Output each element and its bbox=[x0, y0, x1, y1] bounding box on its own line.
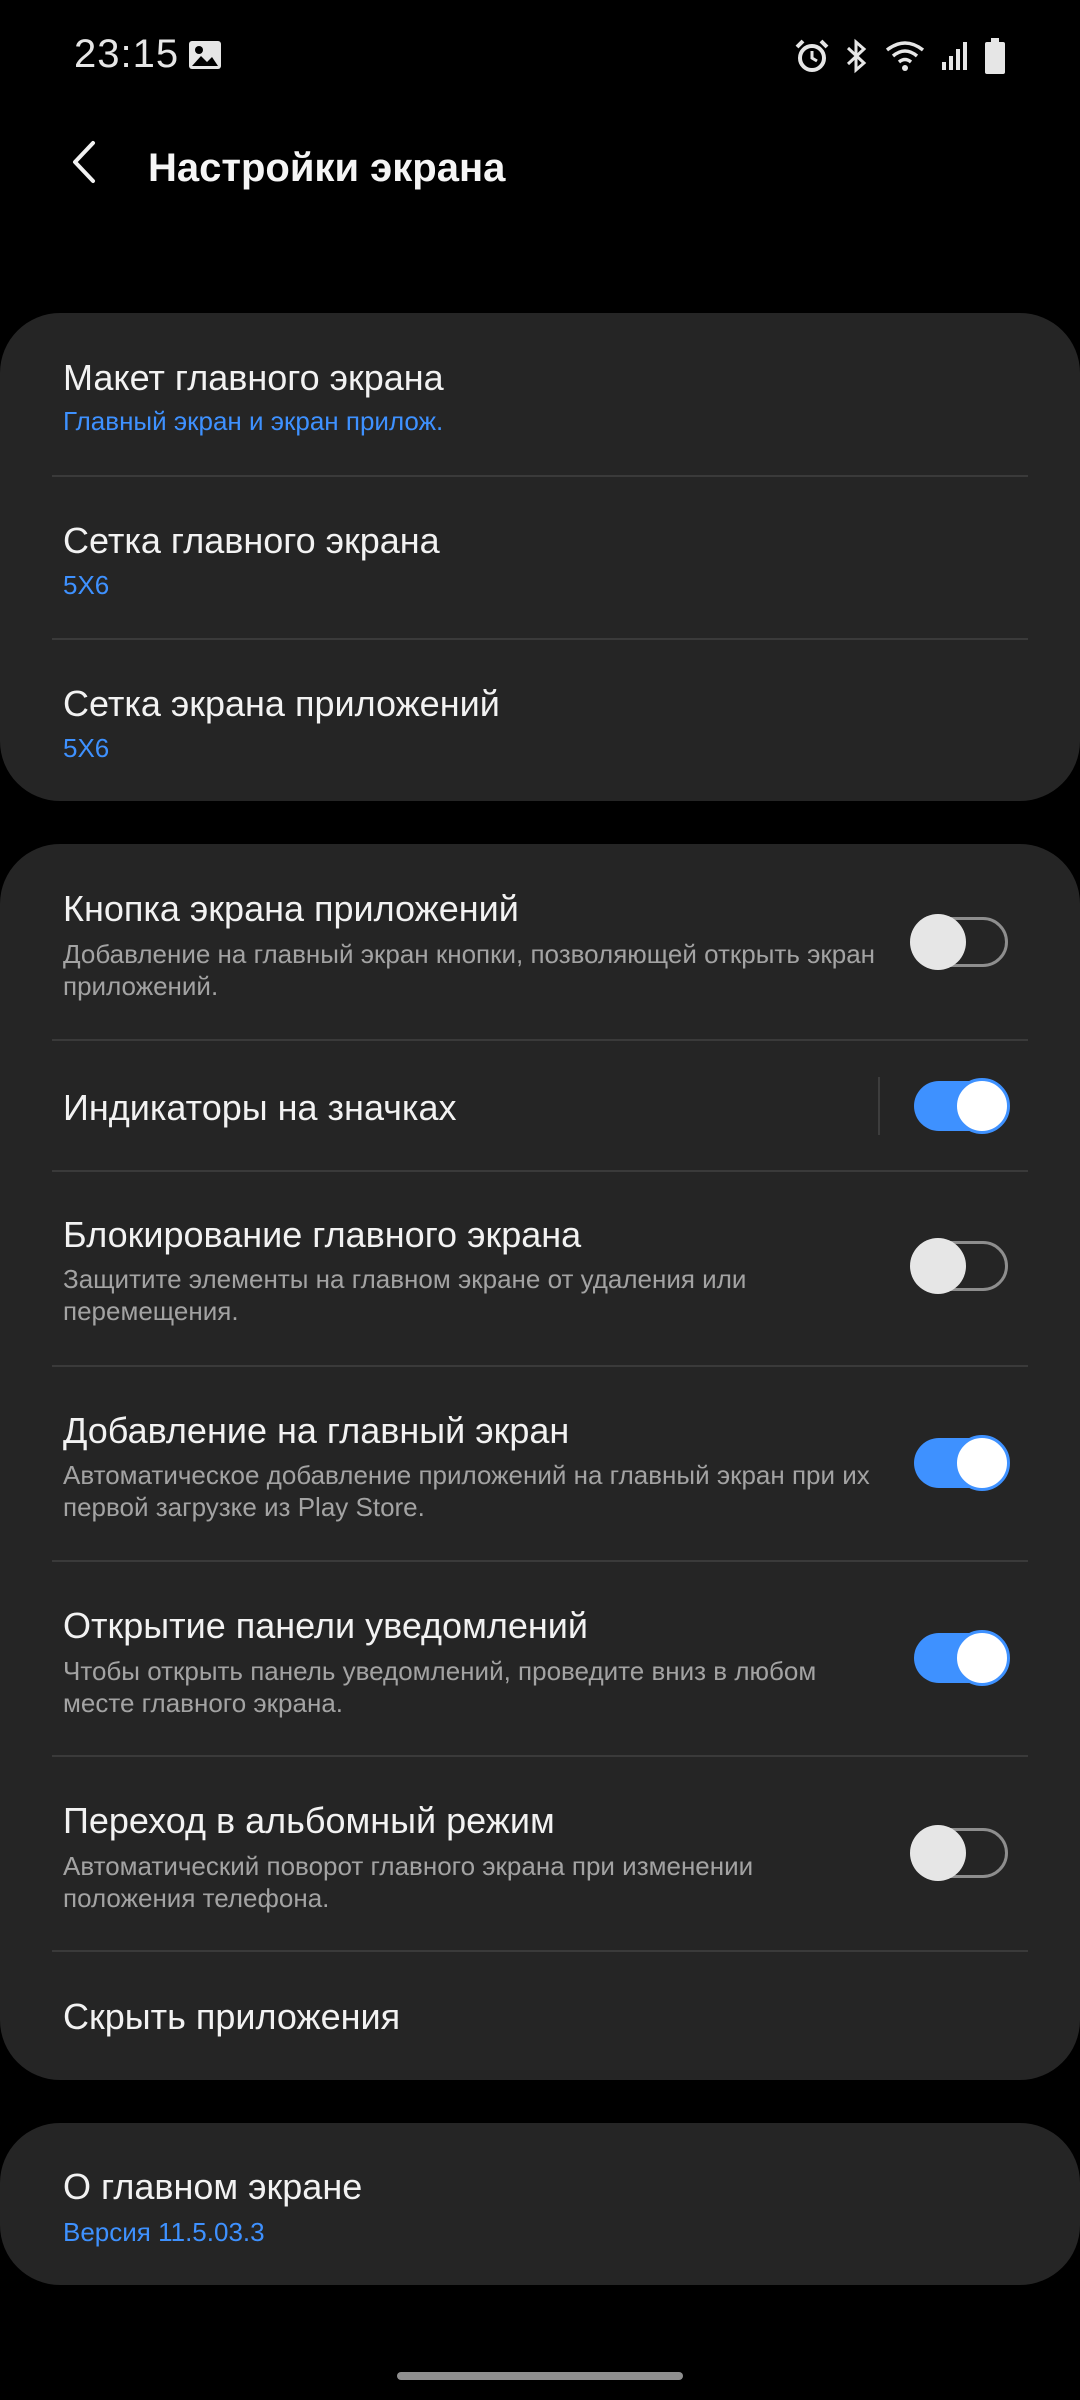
apps-grid-title: Сетка экрана приложений bbox=[63, 683, 500, 724]
landscape-mode-desc: Автоматический поворот главного экрана п… bbox=[63, 1851, 754, 1913]
add-to-home-toggle[interactable] bbox=[910, 1435, 1010, 1491]
add-to-home-item[interactable]: Добавление на главный экран Автоматическ… bbox=[0, 1367, 1080, 1560]
header: Настройки экрана bbox=[0, 110, 1080, 230]
apps-button-item[interactable]: Кнопка экрана приложений Добавление на г… bbox=[0, 844, 1080, 1039]
toggle-settings-card: Кнопка экрана приложений Добавление на г… bbox=[0, 844, 1080, 2080]
apps-button-desc: Добавление на главный экран кнопки, позв… bbox=[63, 939, 876, 1001]
home-layout-item[interactable]: Макет главного экрана Главный экран и эк… bbox=[0, 313, 1080, 476]
apps-grid-value: 5X6 bbox=[63, 733, 110, 763]
badges-toggle[interactable] bbox=[910, 1078, 1010, 1134]
toggle-thumb bbox=[954, 1435, 1010, 1491]
vertical-divider bbox=[878, 1077, 880, 1135]
landscape-mode-toggle[interactable] bbox=[910, 1825, 1010, 1881]
toggle-thumb bbox=[910, 914, 966, 970]
notification-panel-desc: Чтобы открыть панель уведомлений, провед… bbox=[63, 1656, 817, 1718]
lock-layout-item[interactable]: Блокирование главного экрана Защитите эл… bbox=[0, 1172, 1080, 1364]
battery-icon bbox=[984, 37, 1006, 75]
add-to-home-desc: Автоматическое добавление приложений на … bbox=[63, 1460, 870, 1522]
toggle-thumb bbox=[910, 1825, 966, 1881]
landscape-mode-item[interactable]: Переход в альбомный режим Автоматический… bbox=[0, 1757, 1080, 1950]
gesture-nav-handle[interactable] bbox=[397, 2372, 683, 2380]
apps-grid-item[interactable]: Сетка экрана приложений 5X6 bbox=[0, 640, 1080, 801]
lock-layout-desc: Защитите элементы на главном экране от у… bbox=[63, 1264, 747, 1326]
landscape-mode-title: Переход в альбомный режим bbox=[63, 1800, 555, 1841]
apps-button-toggle[interactable] bbox=[910, 914, 1010, 970]
home-layout-title: Макет главного экрана bbox=[63, 357, 444, 398]
home-grid-item[interactable]: Сетка главного экрана 5X6 bbox=[0, 477, 1080, 639]
notification-panel-item[interactable]: Открытие панели уведомлений Чтобы открыт… bbox=[0, 1562, 1080, 1755]
signal-icon bbox=[940, 38, 970, 74]
toggle-thumb bbox=[954, 1078, 1010, 1134]
status-bar: 23:15 bbox=[0, 0, 1080, 110]
home-grid-title: Сетка главного экрана bbox=[63, 520, 440, 561]
toggle-thumb bbox=[910, 1238, 966, 1294]
lock-layout-title: Блокирование главного экрана bbox=[63, 1214, 582, 1255]
bluetooth-icon bbox=[844, 38, 870, 74]
layout-settings-card: Макет главного экрана Главный экран и эк… bbox=[0, 313, 1080, 801]
status-icons bbox=[794, 34, 1006, 78]
notification-panel-title: Открытие панели уведомлений bbox=[63, 1605, 588, 1646]
status-time: 23:15 bbox=[74, 32, 180, 76]
back-arrow-icon bbox=[69, 140, 99, 189]
hide-apps-title: Скрыть приложения bbox=[63, 1996, 401, 2037]
alarm-icon bbox=[794, 38, 830, 74]
lock-layout-toggle[interactable] bbox=[910, 1238, 1010, 1294]
badges-item[interactable]: Индикаторы на значках bbox=[0, 1041, 1080, 1171]
home-grid-value: 5X6 bbox=[63, 570, 110, 600]
page-title: Настройки экрана bbox=[148, 146, 506, 190]
home-layout-value: Главный экран и экран прилож. bbox=[63, 406, 444, 436]
badges-title: Индикаторы на значках bbox=[63, 1087, 457, 1128]
about-title: О главном экране bbox=[63, 2166, 363, 2207]
add-to-home-title: Добавление на главный экран bbox=[63, 1410, 570, 1451]
gallery-icon bbox=[188, 40, 222, 70]
about-card: О главном экране Версия 11.5.03.3 bbox=[0, 2123, 1080, 2285]
toggle-thumb bbox=[954, 1630, 1010, 1686]
wifi-icon bbox=[884, 38, 926, 74]
back-button[interactable] bbox=[52, 132, 116, 196]
about-home-item[interactable]: О главном экране Версия 11.5.03.3 bbox=[0, 2123, 1080, 2285]
notification-panel-toggle[interactable] bbox=[910, 1630, 1010, 1686]
apps-button-title: Кнопка экрана приложений bbox=[63, 888, 519, 929]
about-version: Версия 11.5.03.3 bbox=[63, 2217, 265, 2247]
hide-apps-item[interactable]: Скрыть приложения bbox=[0, 1952, 1080, 2080]
